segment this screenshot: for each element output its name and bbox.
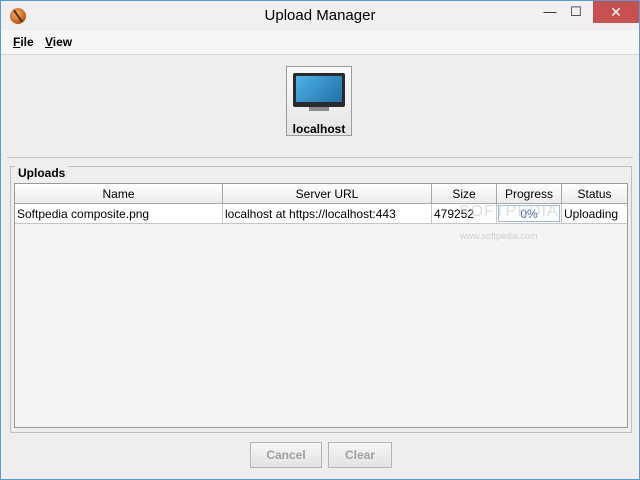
- host-panel: localhost: [7, 56, 633, 158]
- menu-file[interactable]: File: [13, 35, 34, 49]
- column-header-name[interactable]: Name: [15, 184, 223, 204]
- monitor-screen: [296, 76, 342, 102]
- menu-view-accel: V: [45, 35, 53, 49]
- column-header-progress[interactable]: Progress: [497, 184, 562, 204]
- uploads-title: Uploads: [15, 166, 69, 180]
- column-header-status[interactable]: Status: [562, 184, 627, 204]
- menu-bar: File View: [1, 31, 639, 55]
- host-label: localhost: [292, 122, 346, 136]
- column-header-size[interactable]: Size: [432, 184, 497, 204]
- menu-view[interactable]: View: [45, 35, 72, 49]
- title-bar[interactable]: Upload Manager — ☐ ✕: [1, 1, 639, 31]
- monitor-stand: [309, 107, 329, 111]
- cell-status[interactable]: Uploading: [562, 204, 627, 224]
- watermark: SOFTPEDIA: [459, 203, 559, 220]
- host-localhost-button[interactable]: localhost: [286, 66, 352, 136]
- maximize-button[interactable]: ☐: [563, 1, 589, 23]
- minimize-button[interactable]: —: [537, 1, 563, 23]
- menu-view-label: iew: [52, 35, 73, 49]
- menu-file-label: ile: [20, 35, 34, 49]
- cancel-button[interactable]: Cancel: [250, 442, 322, 468]
- column-header-server-url[interactable]: Server URL: [223, 184, 432, 204]
- watermark-url: www.softpedia.com: [460, 231, 538, 241]
- upload-manager-window: Upload Manager — ☐ ✕ File View localhost…: [0, 0, 640, 480]
- close-button[interactable]: ✕: [593, 1, 639, 23]
- monitor-icon: [293, 73, 345, 107]
- cell-name[interactable]: Softpedia composite.png: [15, 204, 223, 224]
- clear-button[interactable]: Clear: [328, 442, 392, 468]
- cell-server-url[interactable]: localhost at https://localhost:443: [223, 204, 432, 224]
